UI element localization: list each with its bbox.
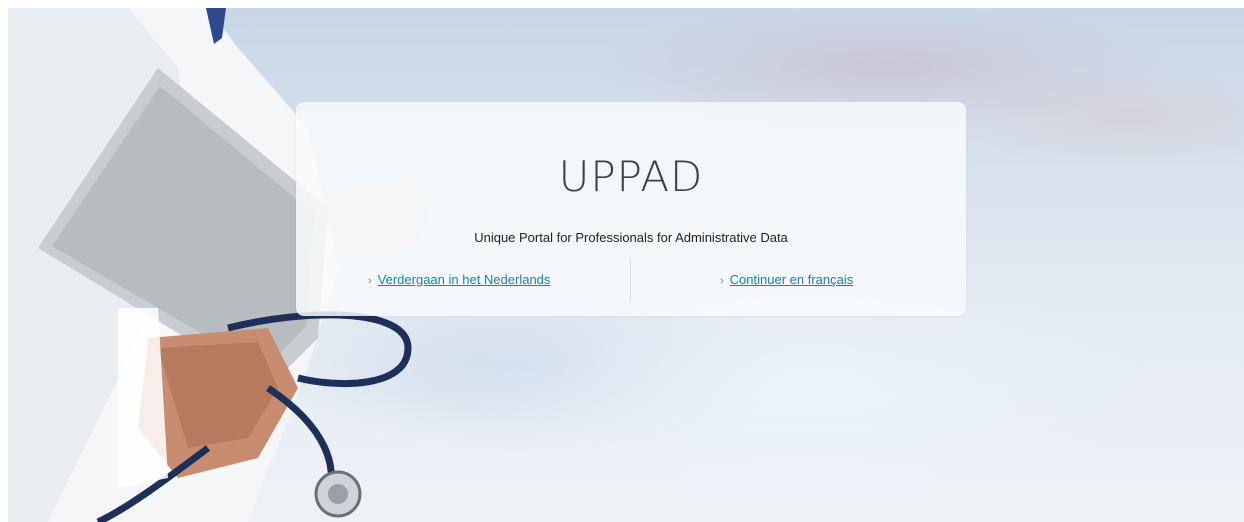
language-selection-card: UPPAD Unique Portal for Professionals fo… [296, 102, 966, 316]
page-subtitle: Unique Portal for Professionals for Admi… [474, 230, 788, 245]
hero-background: UPPAD Unique Portal for Professionals fo… [8, 8, 1244, 522]
chevron-right-icon: › [720, 275, 724, 287]
french-language-option: › Continuer en français [720, 272, 853, 287]
dutch-language-option: › Verdergaan in het Nederlands [368, 272, 550, 287]
page-title: UPPAD [558, 152, 704, 201]
continue-french-link[interactable]: Continuer en français [730, 272, 854, 287]
language-divider [630, 258, 631, 302]
continue-dutch-link[interactable]: Verdergaan in het Nederlands [378, 272, 551, 287]
chevron-right-icon: › [368, 275, 372, 287]
